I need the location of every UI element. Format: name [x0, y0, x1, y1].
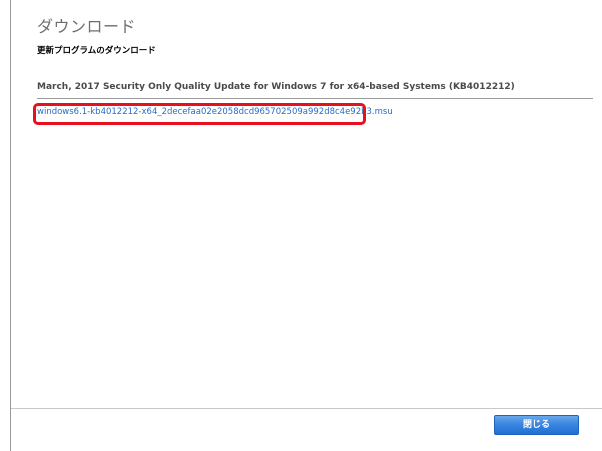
update-title: March, 2017 Security Only Quality Update…	[37, 82, 515, 92]
close-button[interactable]: 閉じる	[494, 415, 579, 435]
download-dialog: ダウンロード 更新プログラムのダウンロード March, 2017 Securi…	[10, 0, 602, 451]
highlight-annotation	[33, 103, 366, 125]
dialog-title: ダウンロード	[37, 17, 137, 36]
section-heading: 更新プログラムのダウンロード	[37, 46, 156, 56]
divider	[37, 98, 593, 99]
footer-divider	[11, 408, 602, 409]
